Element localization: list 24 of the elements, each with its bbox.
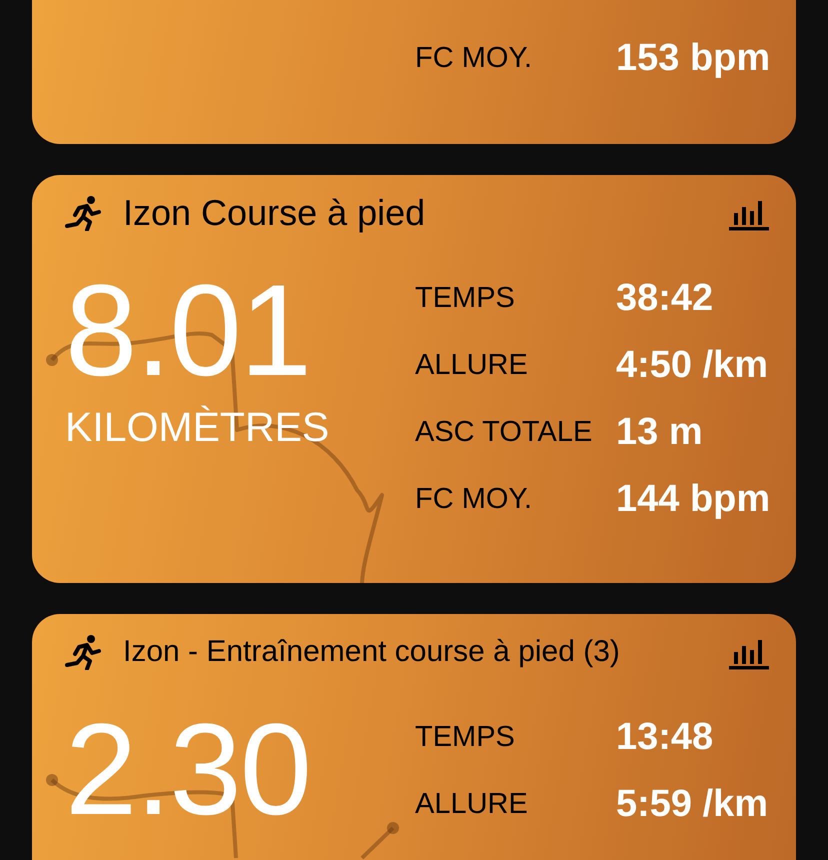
- stat-value: 13 m: [616, 411, 704, 454]
- activity-title: Izon - Entraînement course à pied (3): [123, 635, 621, 669]
- stat-value: 38:42: [616, 277, 714, 320]
- stat-label: TEMPS: [415, 282, 516, 315]
- activity-card[interactable]: Izon Course à pied 8.01 KILOMÈTRES TEMPS 38:42 ALLURE 4:50 /km ASC TOTALE 13 m FC MOY. 144 bpm: [32, 175, 796, 583]
- stat-value: 153 bpm: [616, 37, 770, 80]
- distance-value: 8.01: [65, 265, 310, 395]
- stat-label: ALLURE: [415, 788, 529, 821]
- stat-label: TEMPS: [415, 721, 516, 754]
- stat-label: FC MOY.: [415, 42, 534, 75]
- activity-card[interactable]: Izon - Entraînement course à pied (3) 2.30 TEMPS 13:48 ALLURE 5:59 /km: [32, 614, 796, 860]
- activity-title: Izon Course à pied: [123, 192, 426, 234]
- runner-icon: [65, 195, 101, 231]
- distance-unit: KILOMÈTRES: [65, 403, 330, 452]
- stat-label: FC MOY.: [415, 483, 534, 516]
- stat-value: 13:48: [616, 716, 714, 759]
- stat-value: 4:50 /km: [616, 344, 770, 387]
- stat-value: 5:59 /km: [616, 783, 768, 826]
- stat-label: ALLURE: [415, 349, 529, 382]
- distance-value: 2.30: [65, 704, 310, 834]
- stat-label: ASC TOTALE: [415, 416, 594, 449]
- runner-icon: [65, 634, 101, 670]
- stat-value: 144 bpm: [616, 478, 770, 521]
- activity-card[interactable]: FC MOY. 153 bpm: [32, 0, 796, 144]
